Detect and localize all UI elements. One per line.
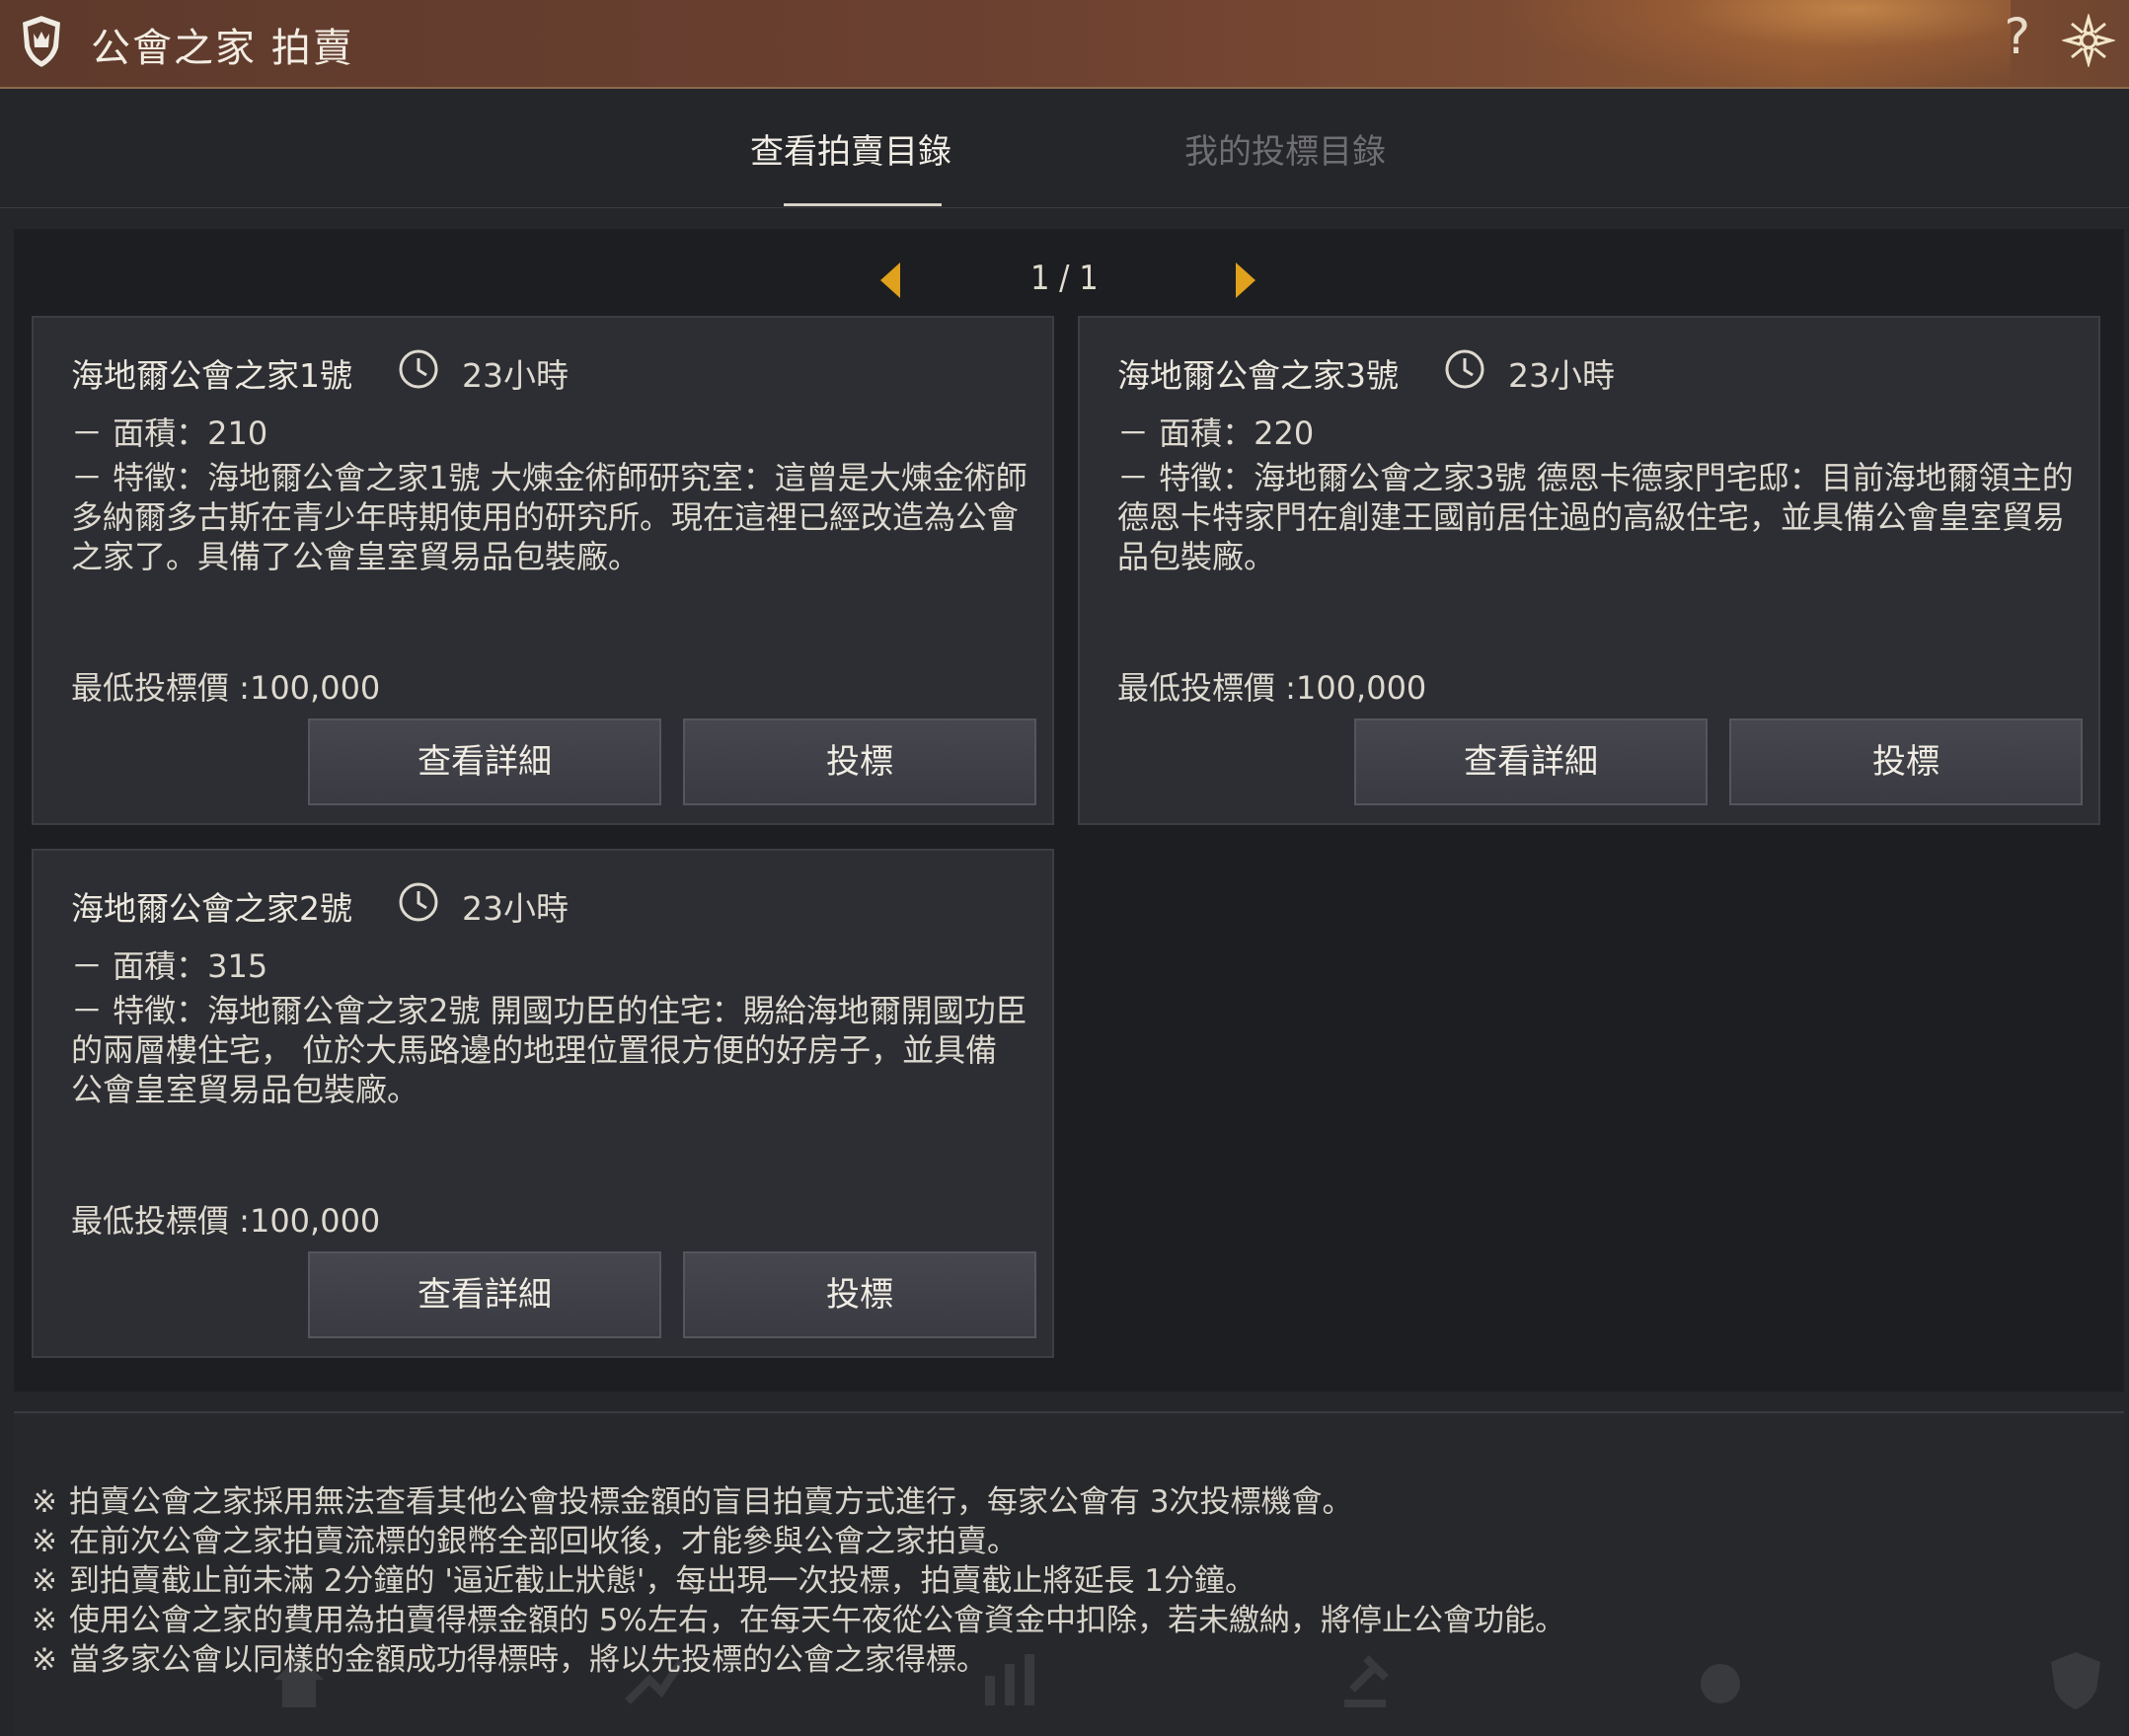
time-remaining: 23小時 bbox=[462, 356, 569, 395]
bid-button[interactable]: 投標 bbox=[683, 1251, 1036, 1338]
note-mark: ※ bbox=[32, 1642, 57, 1678]
house-icon bbox=[274, 1656, 324, 1707]
tab-my-bids[interactable]: 我的投標目錄 bbox=[1184, 124, 1386, 173]
time-remaining: 23小時 bbox=[462, 889, 569, 928]
window-title: 公會之家 拍賣 bbox=[91, 26, 354, 71]
active-tab-underline bbox=[784, 203, 942, 206]
pager-next-arrow-icon[interactable] bbox=[1234, 261, 1257, 300]
view-details-button[interactable]: 查看詳細 bbox=[308, 1251, 661, 1338]
pager-page-indicator: 1 / 1 bbox=[1030, 259, 1099, 298]
auction-card-2: 海地爾公會之家2號 23小時 － 面積：315 － 特徵：海地爾公會之家2號 開… bbox=[32, 849, 1054, 1358]
note-item: ※ 在前次公會之家拍賣流標的銀幣全部回收後，才能參與公會之家拍賣。 bbox=[32, 1524, 1018, 1559]
note-item: ※ 到拍賣截止前未滿 2分鐘的 '逼近截止狀態'，每出現一次投標，拍賣截止將延長 … bbox=[32, 1563, 1256, 1599]
chart-icon bbox=[985, 1654, 1034, 1705]
help-button[interactable]: ? bbox=[2004, 8, 2030, 65]
clock-icon bbox=[1445, 349, 1484, 389]
guild-shield-icon bbox=[20, 13, 63, 70]
note-mark: ※ bbox=[32, 1563, 57, 1599]
cloud-decoration bbox=[1497, 0, 2011, 89]
note-mark: ※ bbox=[32, 1484, 57, 1520]
view-details-button[interactable]: 查看詳細 bbox=[1354, 718, 1708, 805]
house-area: － 面積：220 bbox=[1117, 415, 1315, 452]
guild-shield-faded-icon bbox=[2051, 1652, 2100, 1709]
minimum-bid-price: 最低投標價 :100,000 bbox=[71, 1202, 381, 1240]
note-item: ※ 拍賣公會之家採用無法查看其他公會投標金額的盲目拍賣方式進行，每家公會有 3次投… bbox=[32, 1484, 1353, 1520]
tab-browse-auction[interactable]: 查看拍賣目錄 bbox=[750, 124, 951, 173]
pager-prev-arrow-icon[interactable] bbox=[878, 261, 902, 300]
minimum-bid-price: 最低投標價 :100,000 bbox=[71, 669, 381, 707]
clock-icon bbox=[399, 882, 438, 922]
trend-arrow-icon bbox=[625, 1659, 685, 1704]
time-remaining: 23小時 bbox=[1508, 356, 1615, 395]
close-flower-icon[interactable] bbox=[2062, 14, 2115, 67]
house-description: － 特徵：海地爾公會之家2號 開國功臣的住宅：賜給海地爾開國功臣的兩層樓住宅， … bbox=[71, 992, 1027, 1108]
note-mark: ※ bbox=[32, 1603, 57, 1638]
house-area: － 面積：315 bbox=[71, 947, 268, 985]
note-mark: ※ bbox=[32, 1524, 57, 1559]
guild-house-name: 海地爾公會之家3號 bbox=[1117, 356, 1399, 395]
window-header: 公會之家 拍賣 ? bbox=[0, 0, 2129, 89]
bid-button[interactable]: 投標 bbox=[683, 718, 1036, 805]
view-details-button[interactable]: 查看詳細 bbox=[308, 718, 661, 805]
house-area: － 面積：210 bbox=[71, 415, 268, 452]
bid-button[interactable]: 投標 bbox=[1729, 718, 2083, 805]
clock-icon bbox=[399, 349, 438, 389]
auction-card-1: 海地爾公會之家1號 23小時 － 面積：210 － 特徵：海地爾公會之家1號 大… bbox=[32, 316, 1054, 825]
gavel-icon bbox=[1344, 1655, 1389, 1707]
tab-bar: 查看拍賣目錄 我的投標目錄 bbox=[0, 91, 2129, 208]
guild-house-name: 海地爾公會之家1號 bbox=[71, 356, 352, 395]
minimum-bid-price: 最低投標價 :100,000 bbox=[1117, 669, 1427, 707]
auction-card-3: 海地爾公會之家3號 23小時 － 面積：220 － 特徵：海地爾公會之家3號 德… bbox=[1078, 316, 2100, 825]
guild-house-name: 海地爾公會之家2號 bbox=[71, 889, 352, 928]
character-icon bbox=[1701, 1664, 1740, 1703]
note-item: ※ 使用公會之家的費用為拍賣得標金額的 5%左右，在每天午夜從公會資金中扣除，若未… bbox=[32, 1603, 1566, 1638]
house-description: － 特徵：海地爾公會之家1號 大煉金術師研究室：這曾是大煉金術師多納爾多古斯在青… bbox=[71, 459, 1027, 575]
house-description: － 特徵：海地爾公會之家3號 德恩卡德家門宅邸：目前海地爾領主的德恩卡特家門在創… bbox=[1117, 459, 2074, 575]
